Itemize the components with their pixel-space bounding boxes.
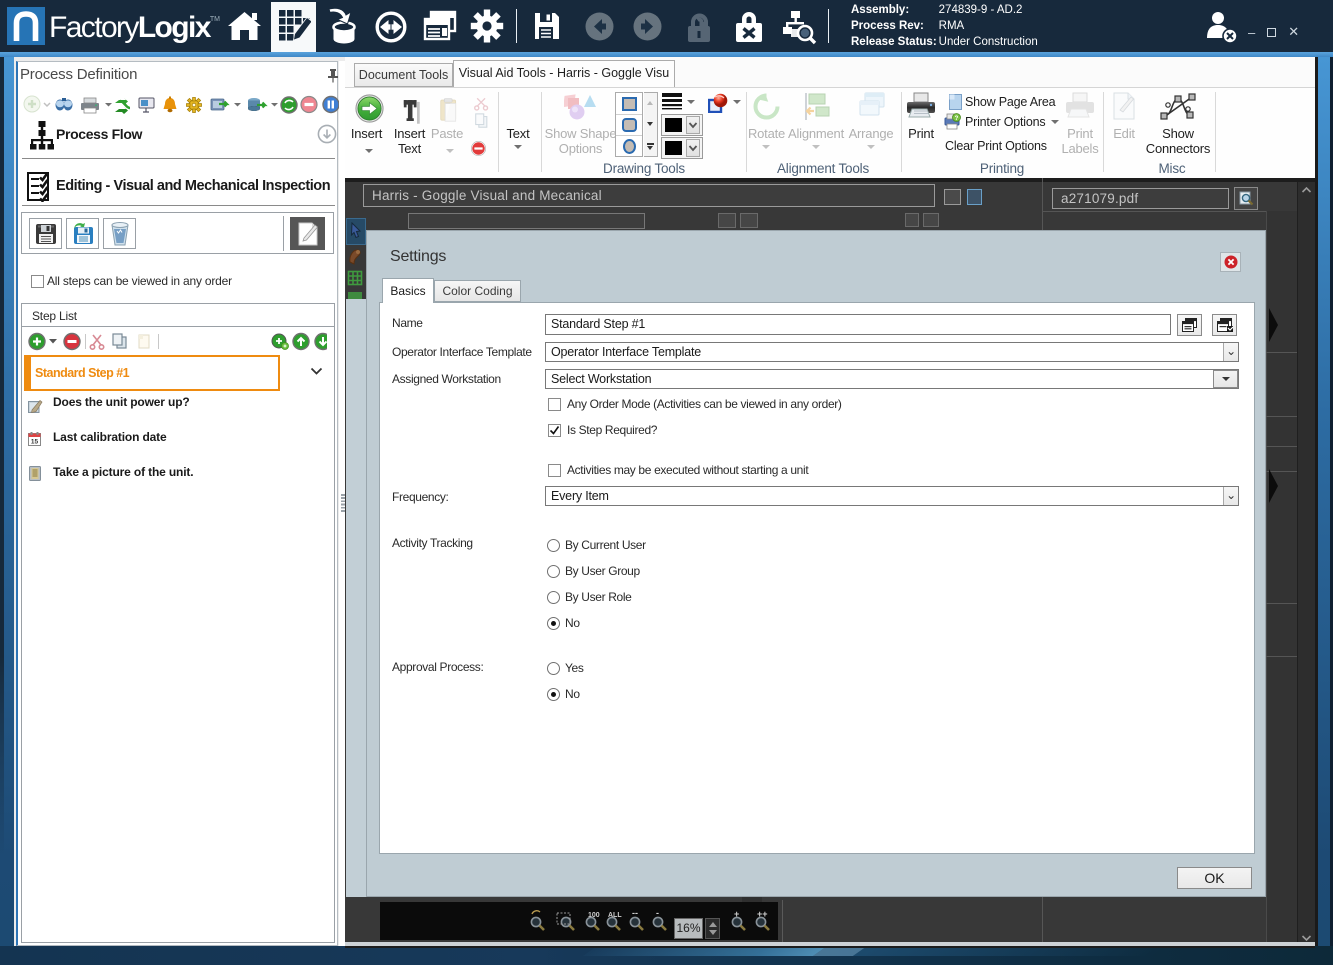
svg-text:100: 100 [588, 912, 600, 919]
svg-text:15: 15 [31, 439, 39, 446]
svg-text:--: -- [632, 908, 638, 918]
svg-text:?: ? [955, 116, 959, 122]
svg-text:++: ++ [757, 909, 768, 919]
svg-text:-: - [656, 908, 659, 918]
svg-text:ALL: ALL [608, 912, 622, 919]
svg-text:+: + [734, 909, 739, 919]
